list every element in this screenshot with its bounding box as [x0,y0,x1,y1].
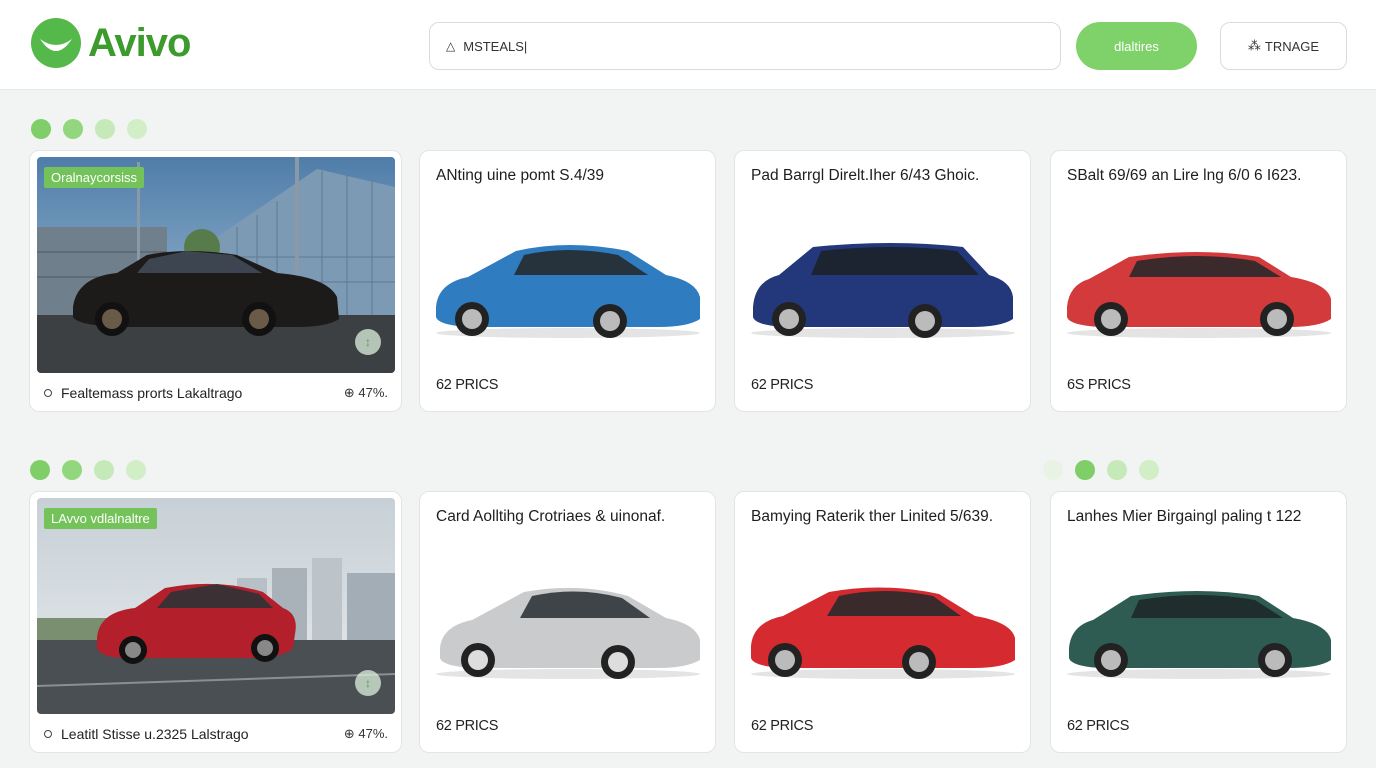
secondary-action-button[interactable]: ⁂ TRNAGE [1220,22,1347,70]
car-image [436,587,700,679]
top-header: Avivo △ dlaltires ⁂ TRNAGE [0,0,1376,90]
radio-icon[interactable] [44,389,52,397]
car-title: SBalt 69/69 an Lire lng 6/0 6 I623. [1067,167,1302,184]
car-title: Bamying Raterik ther Linited 5/639. [751,508,994,525]
featured-listing-card[interactable]: LAvvo vdlalnaltre ↕ Leatitl Stisse u.232… [29,491,402,753]
expand-icon[interactable]: ↕ [355,329,381,355]
car-listing-card[interactable]: Card Aolltihg Crotriaes & uinonaf. 62 PR… [419,491,716,753]
search-bar[interactable]: △ [429,22,1061,70]
featured-car-photo: Oralnaycorsiss ↕ [37,157,395,373]
car-image [751,243,1015,338]
carousel-dot[interactable] [63,119,83,139]
car-price: 6S PRICS [1067,377,1131,393]
car-price: 62 PRICS [751,718,814,734]
car-title: Lanhes Mier Birgaingl paling t 122 [1067,508,1302,525]
car-listing-card[interactable]: SBalt 69/69 an Lire lng 6/0 6 I623. 6S P… [1050,150,1347,412]
featured-rating: ⊕ 47%. [343,726,388,741]
car-price: 62 PRICS [436,718,499,734]
brand-name: Avivo [88,21,191,65]
car-title: Card Aolltihg Crotriaes & uinonaf. [436,508,666,525]
carousel-dot[interactable] [126,460,146,480]
car-listing-card[interactable]: Bamying Raterik ther Linited 5/639. 62 P… [734,491,1031,753]
car-listing-card[interactable]: Pad Barrgl Direlt.Iher 6/43 Ghoic. 62 PR… [734,150,1031,412]
carousel-dot[interactable] [1139,460,1159,480]
carousel-dot[interactable] [95,119,115,139]
car-image [751,587,1015,679]
featured-listing-card[interactable]: Oralnaycorsiss ↕ Fealtemass prorts Lakal… [29,150,402,412]
featured-rating: ⊕ 47%. [343,385,388,400]
car-listing-card[interactable]: ANting uine pomt S.4/39 62 PRICS [419,150,716,412]
carousel-dot[interactable] [1075,460,1095,480]
carousel-dot[interactable] [1107,460,1127,480]
brand-logo[interactable]: Avivo [30,17,191,69]
carousel-dot[interactable] [62,460,82,480]
featured-car-photo: LAvvo vdlalnaltre ↕ [37,498,395,714]
link-icon: ⁂ [1247,38,1261,53]
car-image [1067,252,1331,338]
carousel-dot[interactable] [1043,460,1063,480]
carousel-dot[interactable] [30,460,50,480]
carousel-dots[interactable] [31,119,147,139]
car-price: 62 PRICS [1067,718,1130,734]
search-input[interactable] [463,38,1024,54]
secondary-button-label: TRNAGE [1264,38,1320,54]
carousel-dot[interactable] [127,119,147,139]
carousel-dots[interactable] [1043,460,1159,480]
logo-mark-icon [31,18,81,68]
featured-caption: Fealtemass prorts Lakaltrago [61,385,243,401]
featured-tag: LAvvo vdlalnaltre [44,508,157,529]
car-price: 62 PRICS [751,377,814,393]
search-icon: △ [446,39,456,53]
carousel-dot[interactable] [94,460,114,480]
radio-icon[interactable] [44,730,52,738]
car-title: ANting uine pomt S.4/39 [436,167,605,184]
carousel-dots[interactable] [30,460,146,480]
featured-tag: Oralnaycorsiss [44,167,144,188]
primary-action-button[interactable]: dlaltires [1076,22,1197,70]
expand-icon[interactable]: ↕ [355,670,381,696]
car-price: 62 PRICS [436,377,499,393]
car-image [436,245,700,338]
carousel-dot[interactable] [31,119,51,139]
car-listing-card[interactable]: Lanhes Mier Birgaingl paling t 122 62 PR… [1050,491,1347,753]
featured-caption: Leatitl Stisse u.2325 Lalstrago [61,726,249,742]
car-image [1067,591,1331,679]
car-title: Pad Barrgl Direlt.Iher 6/43 Ghoic. [751,167,980,184]
